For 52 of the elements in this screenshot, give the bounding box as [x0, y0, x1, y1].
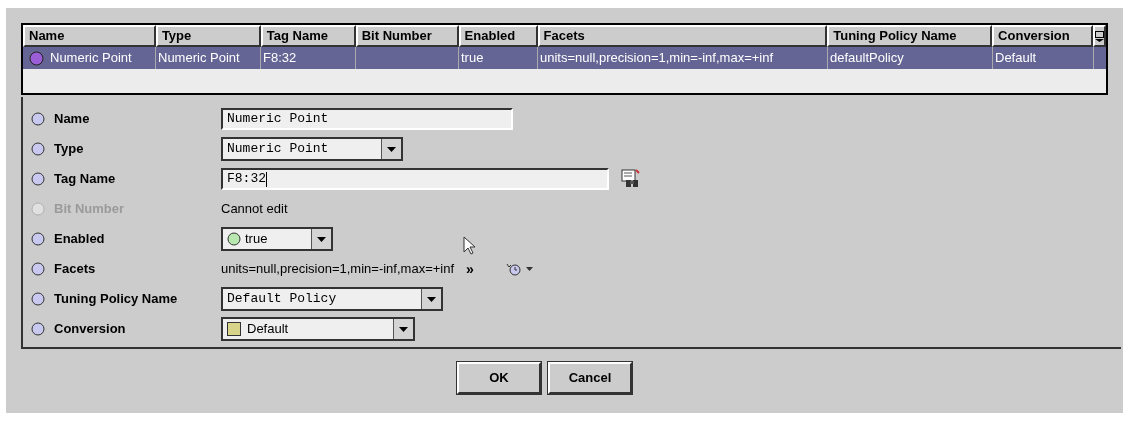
column-header[interactable]: Facets — [537, 25, 828, 47]
note-text: Cannot edit — [221, 200, 288, 219]
dropdown-field[interactable]: Numeric Point — [221, 137, 403, 161]
text-field[interactable]: F8:32 — [221, 168, 609, 190]
facets-text: units=null,precision=1,min=-inf,max=+inf — [221, 260, 455, 279]
property-label: Conversion — [54, 320, 126, 339]
table-row[interactable]: Numeric Point Numeric Point F8:32 true units=null,precision=1,min=-inf,max=+inf defaultPolicy Default — [23, 47, 1106, 69]
history-menu[interactable] — [505, 262, 533, 276]
dropdown-field[interactable]: true — [221, 227, 333, 251]
dropdown-button[interactable] — [381, 139, 401, 159]
table-cell-text: true — [461, 49, 484, 68]
table-cell-text: units=null,precision=1,min=-inf,max=+inf — [540, 49, 774, 68]
dropdown-field[interactable]: Default Policy — [221, 287, 443, 311]
dialog-button[interactable]: OK — [457, 362, 541, 394]
dialog-button[interactable]: Cancel — [548, 362, 632, 394]
property-label: Enabled — [54, 230, 105, 249]
text-field[interactable]: Numeric Point — [221, 108, 513, 130]
table-cell-text: Default — [995, 49, 1037, 68]
binoculars-icon[interactable] — [621, 169, 641, 189]
column-header[interactable]: Bit Number — [355, 25, 459, 47]
pointer-icon — [463, 236, 477, 256]
swatch-icon — [227, 322, 241, 336]
column-header[interactable]: Tuning Policy Name — [827, 25, 993, 47]
dropdown-field[interactable]: Default — [221, 317, 415, 341]
caret-icon — [399, 326, 408, 332]
dropdown-button[interactable] — [421, 289, 441, 309]
status-circle-icon — [227, 232, 241, 246]
table-cell-text: F8:32 — [263, 49, 297, 68]
column-menu-button[interactable] — [1093, 25, 1106, 47]
table-cell-text: Numeric Point — [50, 49, 132, 68]
property-label: Type — [54, 140, 84, 159]
column-header[interactable]: Type — [155, 25, 261, 47]
column-header[interactable]: Tag Name — [260, 25, 356, 47]
caret-icon — [317, 236, 326, 242]
caret-icon — [525, 267, 533, 271]
property-label: Name — [54, 110, 90, 129]
dropdown-button[interactable] — [393, 319, 413, 339]
dropdown-button[interactable] — [311, 229, 331, 249]
column-header[interactable]: Conversion — [992, 25, 1093, 47]
caret-icon — [427, 296, 436, 302]
property-label: Facets — [54, 260, 96, 279]
more-button[interactable]: » — [466, 258, 474, 280]
table-cell-text: defaultPolicy — [830, 49, 904, 68]
column-header[interactable]: Name — [23, 25, 156, 47]
caret-icon — [387, 146, 396, 152]
property-label: Tuning Policy Name — [54, 290, 178, 309]
property-label: Tag Name — [54, 170, 116, 189]
column-header[interactable]: Enabled — [458, 25, 538, 47]
status-circle-icon — [29, 50, 44, 66]
column-menu-icon — [1095, 30, 1104, 42]
table-cell-text: Numeric Point — [158, 49, 240, 68]
clock-icon — [505, 262, 522, 276]
